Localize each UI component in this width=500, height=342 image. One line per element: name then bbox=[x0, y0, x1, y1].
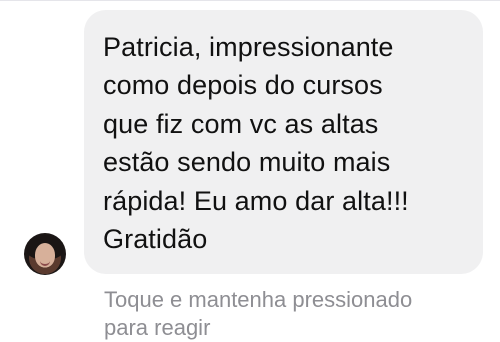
profile-avatar-icon[interactable] bbox=[24, 233, 66, 275]
reaction-hint: Toque e mantenha pressionado para reagir bbox=[104, 287, 413, 340]
message-bubble[interactable]: Patricia, impressionante como depois do … bbox=[84, 10, 483, 274]
message-thread: Patricia, impressionante como depois do … bbox=[0, 0, 500, 340]
message-text: Patricia, impressionante como depois do … bbox=[103, 32, 409, 255]
top-divider bbox=[0, 0, 500, 1]
